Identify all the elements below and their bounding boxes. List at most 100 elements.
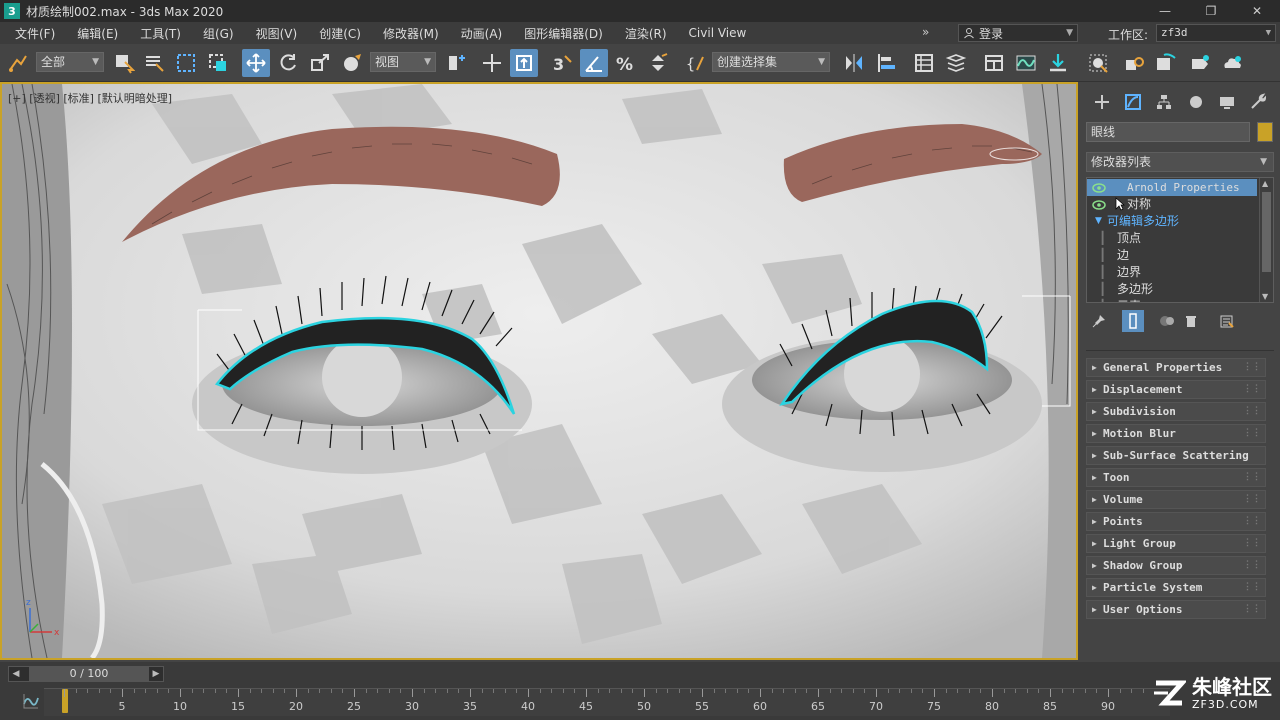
select-object-icon[interactable] [110, 49, 138, 77]
rollout-volume[interactable]: ▶ Volume ⋮⋮ [1086, 490, 1266, 509]
spinner-snap-icon[interactable] [644, 49, 672, 77]
object-color-swatch[interactable] [1257, 122, 1273, 142]
menu-civil-view[interactable]: Civil View [678, 26, 758, 40]
undo-link-icon[interactable] [4, 49, 32, 77]
perspective-viewport[interactable]: [+] [透视] [标准] [默认明暗处理] z x [0, 82, 1078, 660]
rollout-light-group[interactable]: ▶ Light Group ⋮⋮ [1086, 534, 1266, 553]
maximize-button[interactable]: ❐ [1188, 0, 1234, 22]
render-setup-icon[interactable] [1120, 49, 1148, 77]
menu-group[interactable]: 组(G) [192, 25, 245, 42]
select-and-move-icon[interactable] [242, 49, 270, 77]
login-dropdown[interactable]: 登录 ▼ [958, 24, 1078, 42]
toggle-scene-explorer-icon[interactable] [910, 49, 938, 77]
render-in-cloud-icon[interactable] [1218, 49, 1246, 77]
rollout-points[interactable]: ▶ Points ⋮⋮ [1086, 512, 1266, 531]
reference-coordinate-dropdown[interactable]: 视图 ▼ [370, 52, 436, 72]
rollout-particle-system[interactable]: ▶ Particle System ⋮⋮ [1086, 578, 1266, 597]
stack-item-symmetry[interactable]: 对称 [1087, 196, 1257, 213]
menu-animation[interactable]: 动画(A) [450, 25, 514, 42]
render-production-icon[interactable] [1186, 49, 1214, 77]
pin-stack-icon[interactable] [1088, 310, 1110, 332]
named-selection-dropdown[interactable]: 创建选择集 ▼ [712, 52, 830, 72]
make-unique-icon[interactable] [1156, 310, 1178, 332]
window-crossing-icon[interactable] [204, 49, 232, 77]
mini-curve-editor-icon[interactable] [22, 692, 40, 710]
rollout-shadow-group[interactable]: ▶ Shadow Group ⋮⋮ [1086, 556, 1266, 575]
expand-triangle-icon[interactable]: ▼ [1095, 213, 1102, 230]
close-button[interactable]: ✕ [1234, 0, 1280, 22]
selection-filter-dropdown[interactable]: 全部 ▼ [36, 52, 104, 72]
rollout-general-properties[interactable]: ▶ General Properties ⋮⋮ [1086, 358, 1266, 377]
menu-create[interactable]: 创建(C) [308, 25, 372, 42]
eye-icon[interactable] [1092, 183, 1106, 193]
menu-rendering[interactable]: 渲染(R) [614, 25, 678, 42]
viewport-label[interactable]: [+] [透视] [标准] [默认明暗处理] [8, 90, 172, 106]
panel-divider[interactable] [1086, 350, 1274, 351]
modifier-stack[interactable]: Arnold Properties 对称 ▼ 可编辑多边形 ┃ 顶点 ┃ 边 ┃ 边界… [1086, 177, 1274, 303]
stack-subitem-polygon[interactable]: ┃ 多边形 [1087, 281, 1257, 298]
pivot-point-icon[interactable] [442, 49, 470, 77]
select-and-scale-icon[interactable] [306, 49, 334, 77]
menu-tools[interactable]: 工具(T) [129, 25, 192, 42]
manipulate-icon[interactable] [478, 49, 506, 77]
scroll-thumb[interactable] [1262, 192, 1271, 272]
timeline-track[interactable]: 051015202530354045505560657075808590 [44, 688, 1170, 716]
stack-subitem-border[interactable]: ┃ 边界 [1087, 264, 1257, 281]
schematic-view-icon[interactable] [1044, 49, 1072, 77]
select-by-name-icon[interactable] [140, 49, 168, 77]
stack-item-editable-poly[interactable]: ▼ 可编辑多边形 [1087, 213, 1257, 230]
mirror-icon[interactable] [840, 49, 868, 77]
configure-modifier-sets-icon[interactable] [1216, 310, 1238, 332]
create-tab-plus-icon[interactable] [1086, 90, 1117, 114]
frame-counter[interactable]: 0 / 100 [29, 667, 149, 681]
rollout-toon[interactable]: ▶ Toon ⋮⋮ [1086, 468, 1266, 487]
rectangular-selection-icon[interactable] [172, 49, 200, 77]
menu-file[interactable]: 文件(F) [4, 25, 66, 42]
rendered-frame-window-icon[interactable] [1152, 49, 1180, 77]
menu-graph-editors[interactable]: 图形编辑器(D) [513, 25, 614, 42]
menu-modifiers[interactable]: 修改器(M) [372, 25, 450, 42]
rollout-motion-blur[interactable]: ▶ Motion Blur ⋮⋮ [1086, 424, 1266, 443]
toggle-layer-explorer-icon[interactable] [942, 49, 970, 77]
snaps-toggle-icon[interactable]: 3 [548, 49, 576, 77]
rollout-displacement[interactable]: ▶ Displacement ⋮⋮ [1086, 380, 1266, 399]
prev-frame-icon[interactable]: ◀ [9, 667, 23, 681]
select-and-rotate-icon[interactable] [274, 49, 302, 77]
rollout-user-options[interactable]: ▶ User Options ⋮⋮ [1086, 600, 1266, 619]
keyboard-shortcut-override-icon[interactable] [510, 49, 538, 77]
stack-subitem-element[interactable]: ┃元素 [1087, 298, 1257, 302]
time-cursor[interactable] [62, 689, 68, 713]
modify-tab-icon[interactable] [1117, 90, 1148, 114]
menu-overflow-icon[interactable]: » [922, 25, 929, 39]
percent-snap-icon[interactable]: % [612, 49, 640, 77]
stack-scrollbar[interactable]: ▲ ▼ [1259, 178, 1273, 302]
motion-tab-icon[interactable] [1180, 90, 1211, 114]
display-tab-icon[interactable] [1211, 90, 1242, 114]
workspace-dropdown[interactable]: zf3d ▼ [1156, 24, 1276, 42]
menu-views[interactable]: 视图(V) [245, 25, 309, 42]
rollout-sub-surface-scattering[interactable]: ▶ Sub-Surface Scattering [1086, 446, 1266, 465]
utilities-tab-wrench-icon[interactable] [1243, 90, 1274, 114]
scroll-down-icon[interactable]: ▼ [1262, 292, 1268, 301]
scroll-up-icon[interactable]: ▲ [1262, 179, 1268, 188]
minimize-button[interactable]: — [1142, 0, 1188, 22]
modifier-list-dropdown[interactable]: 修改器列表 ▼ [1086, 152, 1274, 172]
material-editor-icon[interactable] [1084, 49, 1112, 77]
time-slider[interactable]: ◀ 0 / 100 ▶ [8, 666, 164, 682]
edit-named-selection-icon[interactable]: { [682, 49, 710, 77]
stack-subitem-edge[interactable]: ┃ 边 [1087, 247, 1257, 264]
align-icon[interactable] [872, 49, 900, 77]
rollout-subdivision[interactable]: ▶ Subdivision ⋮⋮ [1086, 402, 1266, 421]
remove-modifier-trash-icon[interactable] [1180, 310, 1202, 332]
curve-editor-icon[interactable] [1012, 49, 1040, 77]
next-frame-icon[interactable]: ▶ [149, 667, 163, 681]
menu-edit[interactable]: 编辑(E) [66, 25, 129, 42]
angle-snap-icon[interactable] [580, 49, 608, 77]
object-name-field[interactable]: 眼线 [1086, 122, 1250, 142]
stack-item-arnold-properties[interactable]: Arnold Properties [1087, 179, 1257, 196]
3ds-max-app-icon[interactable]: 3 [4, 3, 20, 19]
stack-subitem-vertex[interactable]: ┃ 顶点 [1087, 230, 1257, 247]
select-and-place-icon[interactable] [338, 49, 366, 77]
show-end-result-icon[interactable] [1122, 310, 1144, 332]
hierarchy-tab-icon[interactable] [1149, 90, 1180, 114]
